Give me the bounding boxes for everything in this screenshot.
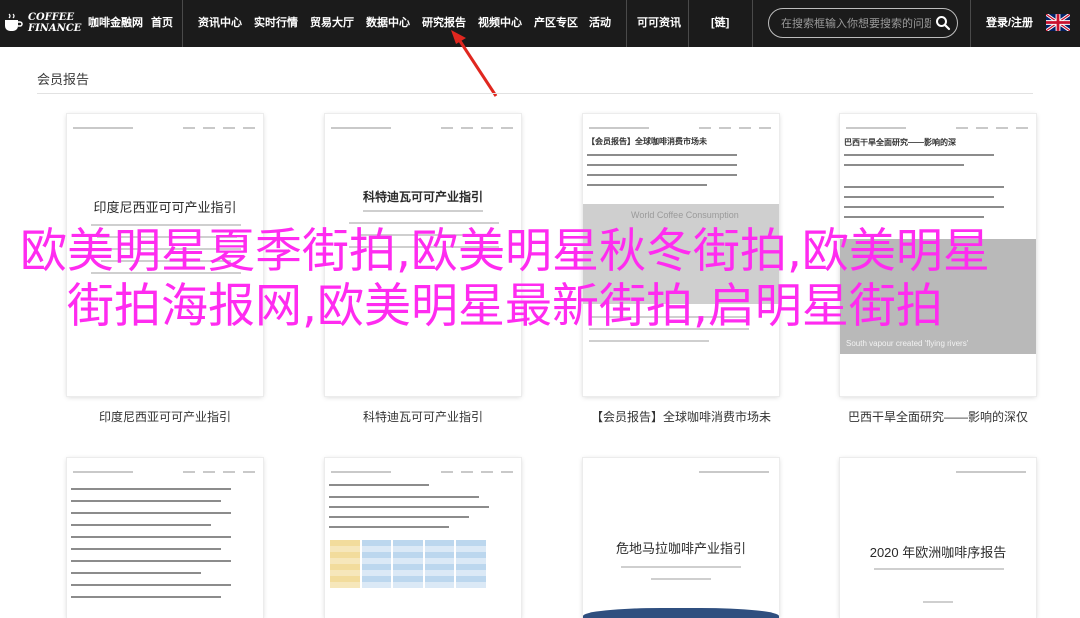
report-caption[interactable]: 印度尼西亚可可产业指引	[67, 408, 263, 425]
doc-header	[589, 468, 773, 476]
nav-item-cocoa-news[interactable]: 可可资讯	[637, 0, 681, 47]
banner-caption: South vapour created 'flying rivers'	[846, 339, 969, 348]
banner-caption: World Coffee Consumption	[631, 210, 739, 220]
nav-item-coffee-finance[interactable]: 咖啡金融网	[88, 0, 143, 47]
doc-header	[73, 468, 257, 476]
section-divider	[37, 93, 1033, 94]
nav-item-chain[interactable]: [链]	[711, 0, 729, 47]
report-card[interactable]	[325, 458, 521, 618]
nav-item-events[interactable]: 活动	[589, 0, 611, 47]
nav-divider	[626, 0, 627, 47]
nav-item-data-center[interactable]: 数据中心	[366, 0, 410, 47]
doc-header	[589, 124, 773, 132]
login-register-link[interactable]: 登录/注册	[986, 0, 1033, 47]
annotation-arrow	[451, 30, 498, 97]
uk-flag-icon[interactable]	[1046, 14, 1070, 31]
nav-item-news-center[interactable]: 资讯中心	[198, 0, 242, 47]
report-card[interactable]	[67, 458, 263, 618]
search-icon[interactable]	[935, 15, 951, 31]
nav-item-trade-hall[interactable]: 贸易大厅	[310, 0, 354, 47]
report-card[interactable]: 2020 年欧洲咖啡序报告	[840, 458, 1036, 618]
nav-divider	[182, 0, 183, 47]
doc-title: 2020 年欧洲咖啡序报告	[869, 545, 1007, 560]
nav-item-origin-zone[interactable]: 产区专区	[534, 0, 578, 47]
coffee-cup-icon	[5, 13, 23, 31]
brand-line-1: COFFEE	[28, 12, 75, 23]
nav-divider	[688, 0, 689, 47]
doc-header	[846, 124, 1030, 132]
nav-divider	[752, 0, 753, 47]
report-caption[interactable]: 【会员报告】全球咖啡消费市场未	[569, 408, 793, 425]
doc-cover-shape	[583, 608, 779, 618]
search-box	[768, 8, 958, 38]
doc-header	[846, 468, 1030, 476]
nav-item-live-quotes[interactable]: 实时行情	[254, 0, 298, 47]
brand-logo[interactable]: COFFEE FINANCE	[2, 6, 82, 40]
nav-item-home[interactable]: 首页	[151, 0, 173, 47]
report-card[interactable]: 危地马拉咖啡产业指引	[583, 458, 779, 618]
doc-badge-title: 巴西干旱全面研究——影响的深	[844, 138, 956, 147]
brand-line-2: FINANCE	[28, 23, 82, 34]
doc-title: 科特迪瓦可可产业指引	[362, 190, 483, 204]
doc-header	[331, 468, 515, 476]
report-caption[interactable]: 巴西干旱全面研究——影响的深仅	[818, 408, 1058, 425]
overlay-headline: 欧美明星夏季街拍,欧美明星秋冬街拍,欧美明星街拍海报网,欧美明星最新街拍,启明星…	[20, 224, 990, 334]
doc-header	[73, 124, 257, 132]
search-input[interactable]	[779, 15, 933, 33]
doc-title: 危地马拉咖啡产业指引	[615, 541, 746, 556]
doc-header	[331, 124, 515, 132]
nav-divider	[970, 0, 971, 47]
doc-title: 印度尼西亚可可产业指引	[93, 200, 237, 215]
doc-data-table	[329, 540, 487, 588]
top-navbar: COFFEE FINANCE 咖啡金融网 首页 资讯中心 实时行情 贸易大厅 数…	[0, 0, 1080, 47]
doc-badge-title: 【会员报告】全球咖啡消费市场未	[587, 137, 707, 146]
section-title: 会员报告	[37, 72, 90, 87]
report-caption[interactable]: 科特迪瓦可可产业指引	[325, 408, 521, 425]
